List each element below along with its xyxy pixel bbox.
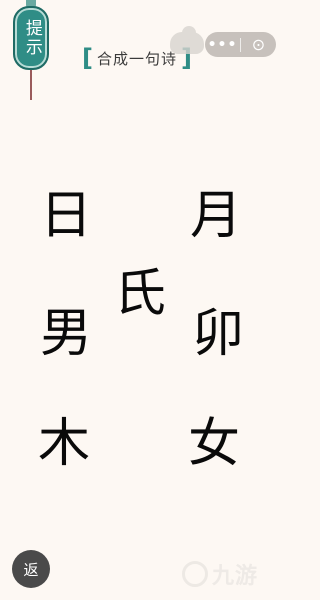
- character-tile[interactable]: 男: [40, 308, 92, 360]
- hint-button[interactable]: 提示: [13, 6, 49, 70]
- watermark: 九游: [182, 558, 258, 590]
- close-icon: ⊙: [251, 35, 266, 54]
- hint-cord: [30, 70, 32, 100]
- hint-tag[interactable]: 提示: [9, 0, 53, 100]
- hint-label: 提示: [21, 19, 42, 57]
- title-text: 合成一句诗: [96, 49, 177, 68]
- miniprogram-capsule: ••• ⊙: [205, 32, 276, 57]
- character-tile[interactable]: 木: [38, 418, 90, 470]
- character-tile[interactable]: 月: [190, 190, 242, 242]
- title-bracket-left: [: [82, 44, 93, 72]
- character-tile[interactable]: 卯: [192, 308, 244, 360]
- character-tile[interactable]: 女: [188, 418, 240, 470]
- more-button[interactable]: •••: [205, 32, 240, 57]
- cloud-icon: [170, 26, 204, 54]
- back-label: 返: [23, 560, 39, 579]
- character-tile[interactable]: 氏: [114, 268, 166, 320]
- more-icon: •••: [207, 36, 238, 53]
- close-button[interactable]: ⊙: [241, 32, 276, 57]
- back-button[interactable]: 返: [12, 550, 50, 588]
- game-screen: 提示 [ 合成一句诗 ] ••• ⊙ 日 月 氏 男 卯 木 女 返 九游: [0, 0, 281, 600]
- watermark-logo-icon: [182, 561, 208, 587]
- character-tile[interactable]: 日: [40, 190, 92, 242]
- watermark-text: 九游: [212, 564, 259, 589]
